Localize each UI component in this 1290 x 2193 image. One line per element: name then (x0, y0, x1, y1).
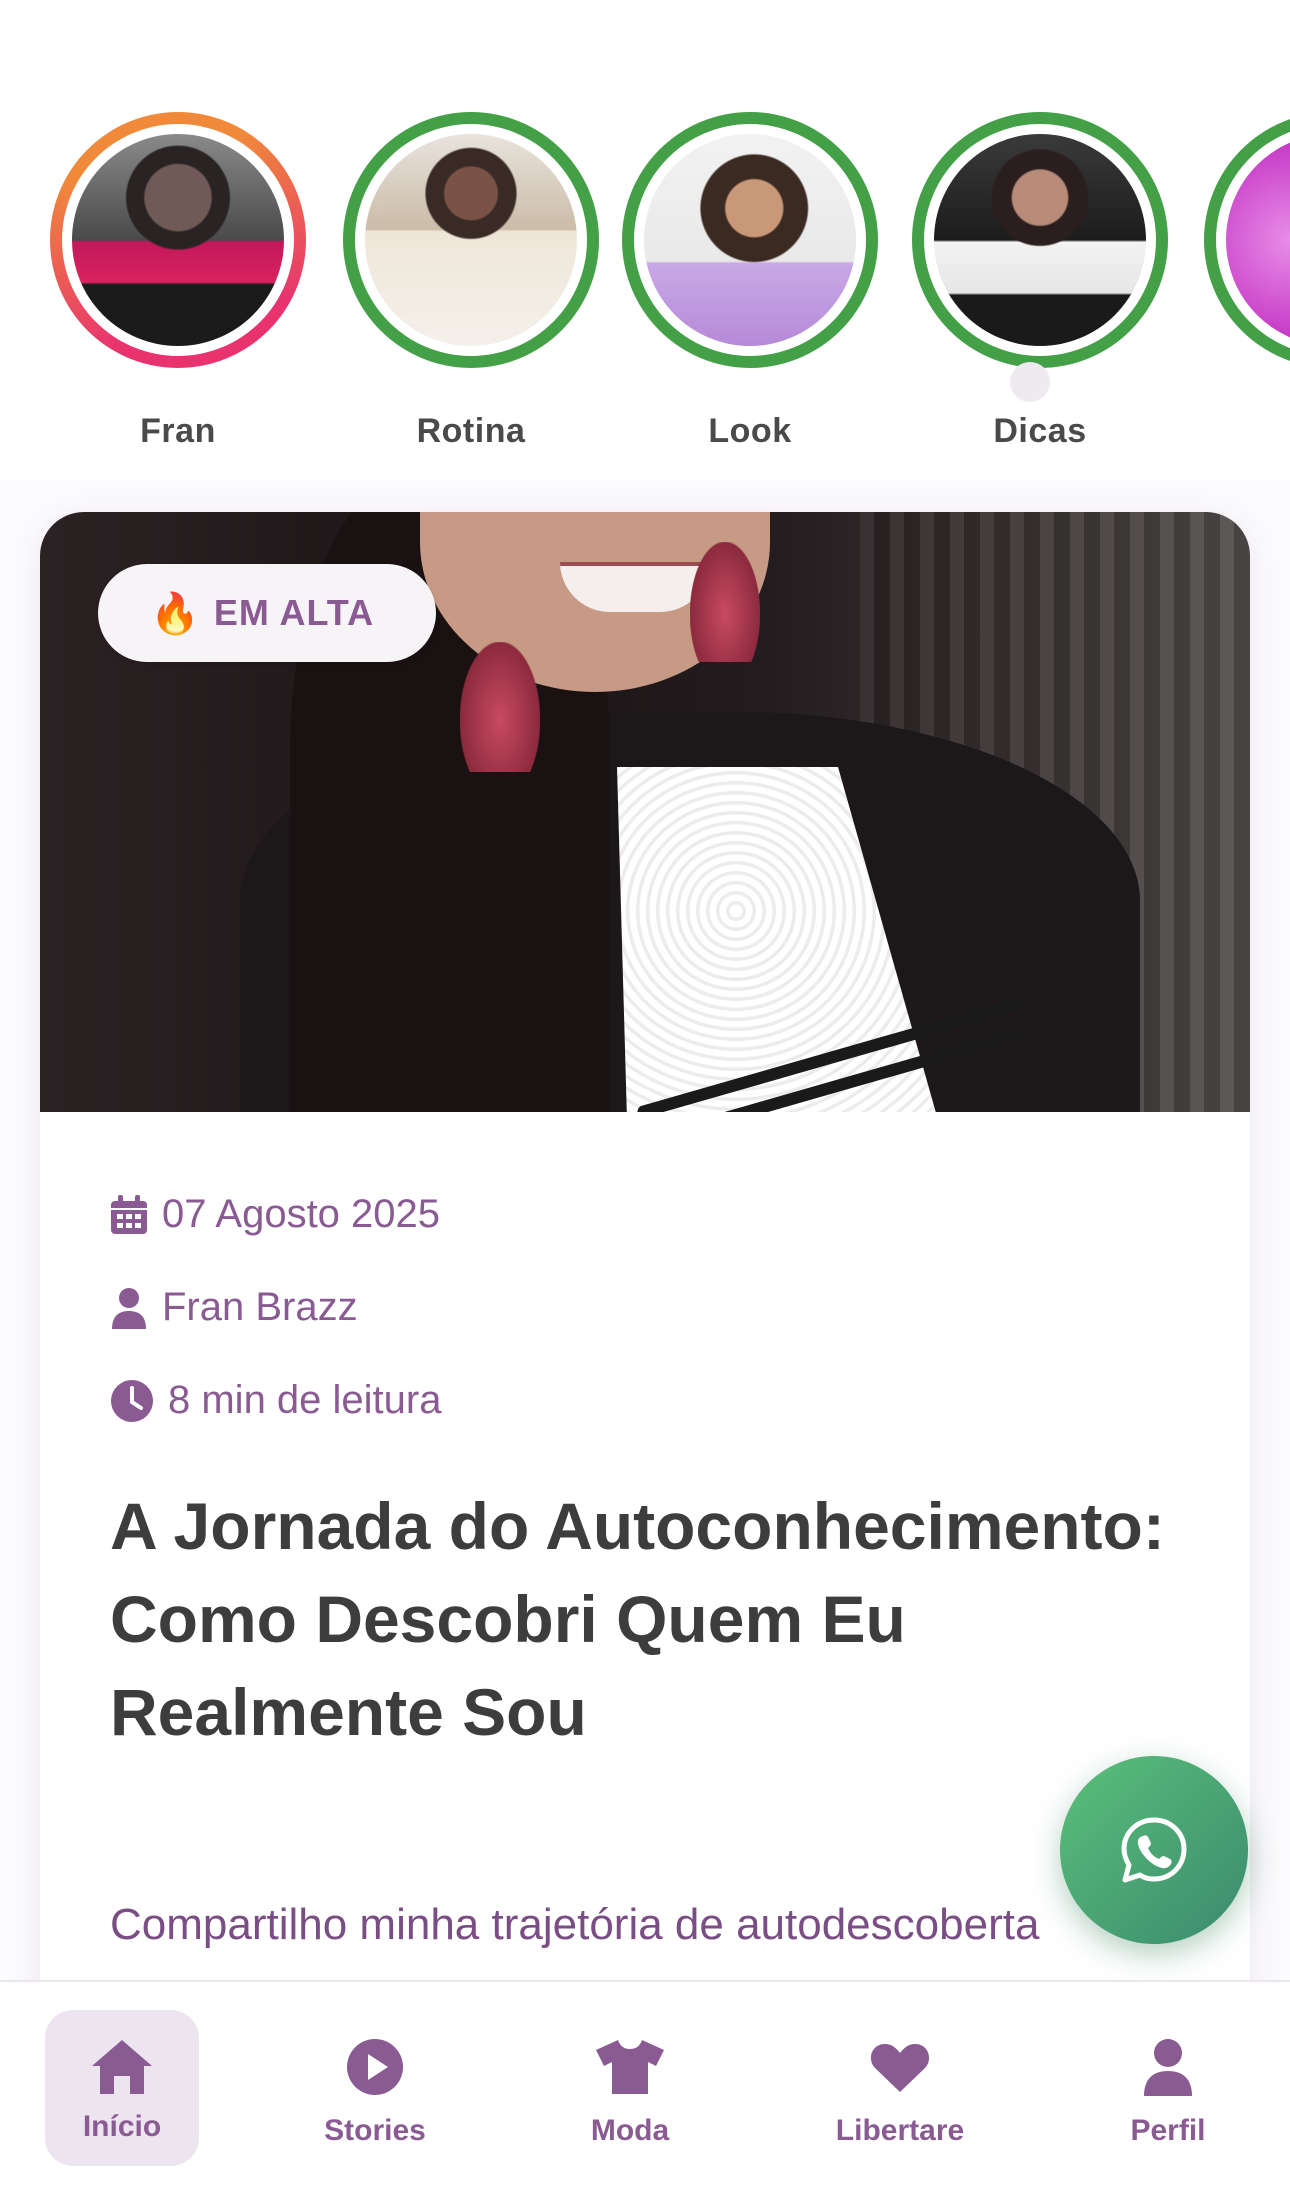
story-item-look[interactable]: Look (622, 112, 884, 472)
story-ring (912, 112, 1168, 368)
app-screen: Fran Rotina Look Dicas 🔥 EM ALTA 07 Agos… (0, 0, 1290, 2193)
nav-item-libertare[interactable]: Libertare (823, 2010, 977, 2166)
story-label: Rotina (416, 412, 526, 450)
nav-label: Libertare (835, 2114, 965, 2147)
nav-item-perfil[interactable]: Perfil (1091, 2010, 1245, 2166)
user-icon (1144, 2039, 1192, 2096)
story-label: Look (708, 412, 792, 450)
story-label: Dicas (993, 412, 1087, 450)
post-title[interactable]: A Jornada do Autoconhecimento: Como Desc… (110, 1480, 1170, 1759)
nav-label: Moda (590, 2114, 670, 2147)
stories-row: Fran Rotina Look Dicas (0, 0, 1290, 480)
post-excerpt: Compartilho minha trajetória de autodesc… (110, 1900, 1040, 1949)
user-icon (112, 1287, 146, 1329)
post-read-time: 8 min de leitura (110, 1378, 441, 1423)
nav-label: Perfil (1130, 2114, 1206, 2147)
heart-icon (870, 2044, 930, 2092)
post-author: Fran Brazz (110, 1285, 358, 1330)
whatsapp-button[interactable] (1060, 1756, 1248, 1944)
story-item-fran[interactable]: Fran (50, 112, 312, 472)
post-author-name: Fran Brazz (162, 1285, 358, 1329)
shirt-icon (596, 2040, 664, 2094)
calendar-icon (111, 1194, 147, 1234)
trending-badge: 🔥 EM ALTA (98, 564, 436, 662)
story-avatar (72, 134, 284, 346)
home-icon (92, 2040, 152, 2094)
featured-post-card[interactable]: 🔥 EM ALTA 07 Agosto 2025 Fran Brazz 8 mi… (40, 512, 1250, 2193)
story-ring (1204, 112, 1290, 368)
story-avatar (1226, 134, 1290, 346)
nav-label: Stories (324, 2114, 426, 2147)
story-avatar (365, 134, 577, 346)
story-ring (50, 112, 306, 368)
post-date-text: 07 Agosto 2025 (162, 1192, 441, 1236)
whatsapp-icon (1121, 1817, 1187, 1883)
bottom-navigation: Início Stories Moda Libertare Perfil (0, 1980, 1290, 2193)
scroll-indicator-dot (1010, 362, 1050, 402)
nav-label: Início (82, 2110, 162, 2143)
story-item-rotina[interactable]: Rotina (343, 112, 605, 472)
story-avatar (934, 134, 1146, 346)
post-read-time-text: 8 min de leitura (168, 1378, 442, 1422)
play-icon (347, 2039, 403, 2095)
clock-icon (111, 1379, 153, 1422)
nav-item-stories[interactable]: Stories (298, 2010, 452, 2166)
story-item-dicas[interactable]: Dicas (912, 112, 1174, 472)
story-item-partial[interactable] (1204, 112, 1290, 368)
post-date: 07 Agosto 2025 (110, 1192, 440, 1237)
nav-item-inicio[interactable]: Início (45, 2010, 199, 2166)
trending-badge-label: EM ALTA (213, 592, 375, 633)
fire-icon: 🔥 (150, 591, 200, 636)
nav-item-moda[interactable]: Moda (553, 2010, 707, 2166)
story-avatar (644, 134, 856, 346)
story-ring (622, 112, 878, 368)
story-label: Fran (140, 412, 216, 450)
story-ring (343, 112, 599, 368)
